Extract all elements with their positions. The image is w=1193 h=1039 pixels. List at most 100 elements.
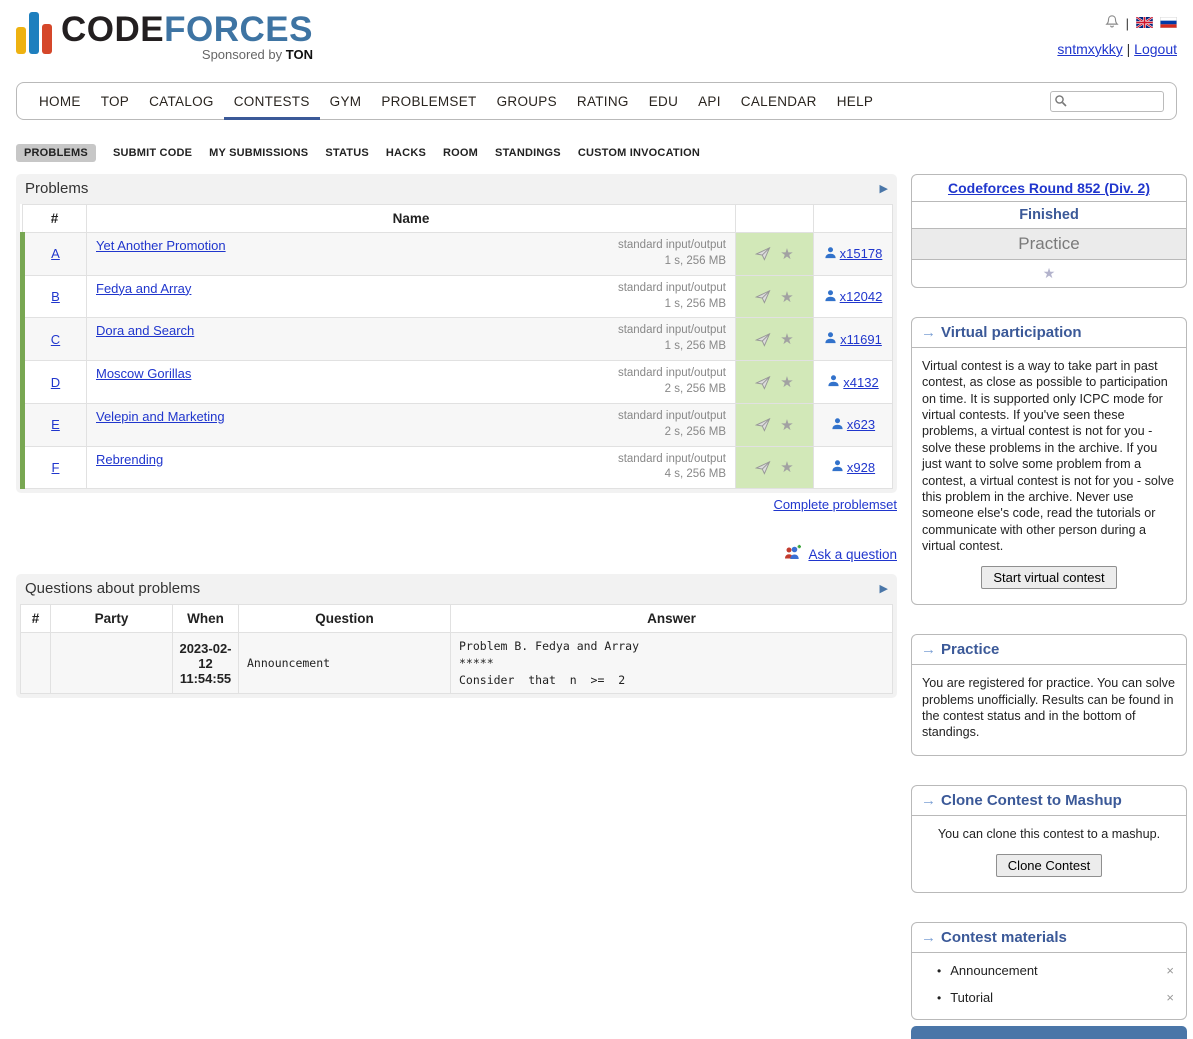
favorite-star-icon[interactable]: ★ [780, 288, 793, 306]
codeforces-logo[interactable]: CODEFORCES Sponsored by TON [16, 10, 313, 78]
nav-item-edu[interactable]: EDU [639, 85, 688, 120]
subnav-item-problems[interactable]: PROBLEMS [16, 144, 96, 162]
ask-question-link[interactable]: Ask a question [808, 547, 897, 562]
problem-index-link[interactable]: B [51, 289, 60, 304]
subnav-item-hacks[interactable]: HACKS [386, 147, 426, 159]
problem-title-link[interactable]: Moscow Gorillas [96, 366, 191, 381]
close-icon[interactable]: × [1163, 963, 1177, 978]
nav-item-gym[interactable]: GYM [320, 85, 372, 120]
nav-item-api[interactable]: API [688, 85, 731, 120]
problem-row: A standard input/output1 s, 256 MB Yet A… [23, 233, 893, 276]
caption-arrow-icon[interactable]: ▶ [880, 582, 888, 595]
problem-row: B standard input/output 1 s, 256 MB Fedya… [23, 275, 893, 318]
subnav-item-status[interactable]: STATUS [325, 147, 369, 159]
material-announcement-link[interactable]: Announcement [950, 963, 1037, 978]
favorite-star-icon[interactable]: ★ [780, 416, 793, 434]
bullet-icon: • [937, 991, 941, 1005]
favorite-star-icon[interactable]: ★ [780, 245, 793, 263]
solved-count-link[interactable]: x4132 [827, 374, 878, 390]
problem-limits: 1 s, 256 MB [665, 298, 726, 310]
problem-io: standard input/output [618, 324, 726, 336]
nav-item-groups[interactable]: GROUPS [487, 85, 567, 120]
complete-problemset-link[interactable]: Complete problemset [773, 497, 897, 512]
sponsored-brand: TON [286, 47, 313, 62]
subnav-item-standings[interactable]: STANDINGS [495, 147, 561, 159]
submit-plane-icon[interactable] [755, 246, 771, 261]
problem-index-link[interactable]: E [51, 417, 60, 432]
problem-row: D standard input/output2 s, 256 MB Mosco… [23, 361, 893, 404]
submit-plane-icon[interactable] [755, 417, 771, 432]
problems-header-row: # Name [23, 205, 893, 233]
close-icon[interactable]: × [1163, 990, 1177, 1005]
header-right: | sntmxykky | Logout [1057, 10, 1177, 78]
contest-title-link[interactable]: Codeforces Round 852 (Div. 2) [948, 180, 1150, 196]
problem-limits: 1 s, 256 MB [665, 340, 726, 352]
subnav-item-room[interactable]: ROOM [443, 147, 478, 159]
problem-title-link[interactable]: Rebrending [96, 452, 163, 467]
logout-link[interactable]: Logout [1134, 41, 1177, 57]
col-header-party: Party [51, 605, 173, 633]
problem-index-cell: A [23, 233, 87, 276]
material-tutorial-link[interactable]: Tutorial [950, 990, 993, 1005]
contest-mode-label: Practice [912, 229, 1186, 260]
ru-flag-icon[interactable] [1160, 16, 1177, 31]
col-header-name: Name [87, 205, 736, 233]
problem-io: standard input/output [618, 282, 726, 294]
problem-index-link[interactable]: C [51, 332, 60, 347]
arrow-icon: → [921, 641, 936, 658]
contest-materials-title: →Contest materials [912, 923, 1186, 953]
subnav-item-submit-code[interactable]: SUBMIT CODE [113, 147, 192, 159]
nav-item-catalog[interactable]: CATALOG [139, 85, 224, 120]
nav-item-help[interactable]: HELP [827, 85, 883, 120]
problem-index-cell: D [23, 361, 87, 404]
nav-item-contests[interactable]: CONTESTS [224, 85, 320, 120]
nav-item-top[interactable]: TOP [91, 85, 139, 120]
nav-item-home[interactable]: HOME [29, 85, 91, 120]
username-link[interactable]: sntmxykky [1057, 41, 1122, 57]
subnav-item-my-submissions[interactable]: MY SUBMISSIONS [209, 147, 308, 159]
solved-count-link[interactable]: x15178 [824, 246, 883, 262]
clone-contest-button[interactable]: Clone Contest [996, 854, 1102, 877]
favorite-star-icon[interactable]: ★ [780, 330, 793, 348]
bell-icon[interactable] [1105, 14, 1119, 32]
logo-bar-yellow [16, 27, 26, 54]
col-header-question: Question [239, 605, 451, 633]
caption-arrow-icon[interactable]: ▶ [880, 182, 888, 195]
subnav-item-custom-invocation[interactable]: CUSTOM INVOCATION [578, 147, 700, 159]
solved-count-link[interactable]: x11691 [824, 331, 882, 347]
problem-solved-cell: x11691 [814, 318, 893, 361]
favorite-star-icon[interactable]: ★ [780, 373, 793, 391]
problem-index-link[interactable]: D [51, 375, 60, 390]
favorite-star-icon[interactable]: ★ [780, 458, 793, 476]
submit-plane-icon[interactable] [755, 289, 771, 304]
problem-index-cell: E [23, 403, 87, 446]
problem-actions-cell: ★ [736, 233, 814, 276]
nav-item-problemset[interactable]: PROBLEMSET [371, 85, 486, 120]
bullet-icon: • [937, 964, 941, 978]
problem-actions-cell: ★ [736, 361, 814, 404]
nav-item-calendar[interactable]: CALENDAR [731, 85, 827, 120]
problem-io: standard input/output [618, 367, 726, 379]
problem-title-link[interactable]: Velepin and Marketing [96, 409, 225, 424]
problem-index-link[interactable]: A [51, 246, 60, 261]
problem-title-link[interactable]: Fedya and Array [96, 281, 191, 296]
problem-title-link[interactable]: Dora and Search [96, 323, 194, 338]
problem-title-link[interactable]: Yet Another Promotion [96, 238, 226, 253]
problem-name-cell: standard input/output 1 s, 256 MB Dora an… [87, 318, 736, 361]
submit-plane-icon[interactable] [755, 460, 771, 475]
solved-count-link[interactable]: x12042 [824, 289, 883, 305]
contest-materials-box: →Contest materials • Announcement × • Tu… [911, 922, 1187, 1020]
start-virtual-contest-button[interactable]: Start virtual contest [981, 566, 1116, 589]
submit-plane-icon[interactable] [755, 332, 771, 347]
contest-favorite-star-icon[interactable]: ★ [1043, 265, 1056, 281]
solved-count-link[interactable]: x623 [831, 417, 875, 433]
problem-limits: 1 s, 256 MB [665, 255, 726, 267]
virtual-participation-text: Virtual contest is a way to take part in… [922, 358, 1176, 554]
ask-question-icon [783, 544, 802, 564]
nav-item-rating[interactable]: RATING [567, 85, 639, 120]
solved-count-link[interactable]: x928 [831, 459, 875, 475]
problem-index-link[interactable]: F [52, 460, 60, 475]
submit-plane-icon[interactable] [755, 375, 771, 390]
uk-flag-icon[interactable] [1136, 16, 1153, 31]
separator: | [1126, 16, 1129, 31]
